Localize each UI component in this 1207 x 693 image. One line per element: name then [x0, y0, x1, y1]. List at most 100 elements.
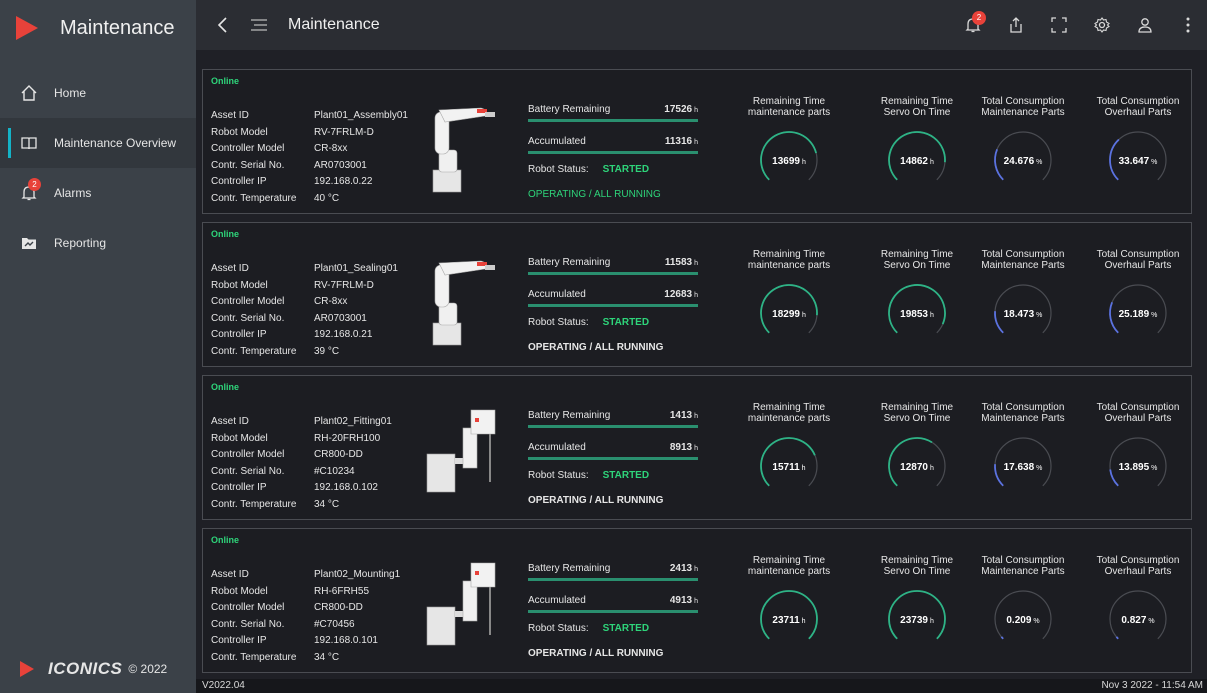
battery-value: 1413 h: [670, 410, 698, 421]
version-label: V2022.04: [202, 680, 245, 691]
app-root: Maintenance Home Maintenance Overview 2: [0, 0, 1207, 693]
controller-ip-label: Controller IP: [211, 635, 267, 646]
gauge-fill: [1000, 636, 1004, 640]
robot-status-value: STARTED: [602, 623, 650, 634]
settings-gear-icon[interactable]: [1087, 10, 1117, 40]
robot-status-value: STARTED: [602, 164, 650, 175]
controller-model-label: Controller Model: [211, 602, 285, 613]
gauge-title: Remaining Time Servo On Time: [880, 402, 954, 424]
gauge-title: Remaining Time maintenance parts: [747, 249, 831, 271]
gauge-title: Total Consumption Maintenance Parts: [981, 96, 1065, 118]
robot-status-label: Robot Status:: [528, 470, 589, 481]
controller-ip-value: 192.168.0.102: [314, 482, 378, 493]
share-icon[interactable]: [1001, 10, 1031, 40]
sidebar-item-reporting[interactable]: Reporting: [0, 218, 196, 268]
gauge-title: Remaining Time maintenance parts: [747, 96, 831, 118]
sidebar-item-alarms[interactable]: 2 Alarms: [0, 168, 196, 218]
user-icon[interactable]: [1130, 10, 1160, 40]
gauge-remaining-servo: Remaining Time Servo On Time 12870 h: [867, 402, 967, 496]
gauge-value: 12870 h: [867, 462, 967, 473]
robot-info: Asset ID Plant01_Assembly01 Robot Model RV…: [211, 108, 408, 207]
gauge-unit: h: [929, 159, 934, 166]
gauge-number: 13.895: [1118, 462, 1150, 473]
sidebar-item-maintenance-overview[interactable]: Maintenance Overview: [0, 118, 196, 168]
accumulated-value: 11316 h: [665, 136, 698, 147]
gauge-consumption-overhaul: Total Consumption Overhaul Parts 33.647%: [1088, 96, 1188, 190]
articulated-robot-image: [419, 253, 509, 348]
gauge-remaining-maintenance: Remaining Time maintenance parts 18299 h: [739, 249, 839, 343]
gauge-fill: [1115, 636, 1119, 640]
controller-ip-label: Controller IP: [211, 176, 267, 187]
gauge-value: 15711 h: [739, 462, 839, 473]
notification-badge: 2: [972, 11, 986, 25]
folder-chart-icon: [20, 234, 38, 252]
sidebar-item-label: Alarms: [54, 186, 92, 200]
main-content: Online Asset ID Plant01_Assembly01 Robot …: [196, 50, 1207, 693]
robot-card[interactable]: Online Asset ID Plant01_Assembly01 Robot …: [202, 69, 1192, 214]
gauge-unit: %: [1036, 312, 1043, 319]
back-chevron-icon[interactable]: [208, 10, 238, 40]
battery-label: Battery Remaining: [528, 257, 611, 268]
gauge-remaining-servo: Remaining Time Servo On Time 19853 h: [867, 249, 967, 343]
gauge-value: 18.473%: [973, 309, 1073, 320]
gauge-number: 0.827: [1121, 615, 1147, 626]
serial-value: #C10234: [314, 465, 355, 477]
operating-status: OPERATING / ALL RUNNING: [528, 342, 664, 353]
accumulated-label: Accumulated: [528, 136, 586, 147]
gauge-unit: h: [801, 312, 806, 319]
gauge-unit: %: [1036, 465, 1043, 472]
controller-model-value: CR-8xx: [314, 296, 348, 307]
bell-icon: 2: [20, 178, 41, 202]
gauge-value: 0.209%: [973, 615, 1073, 626]
temperature-value: 39 °C: [314, 345, 340, 357]
robot-status-label: Robot Status:: [528, 317, 589, 328]
gauge-number: 12870: [900, 462, 928, 473]
brand-header: Maintenance: [0, 0, 196, 56]
battery-bar: [528, 272, 698, 275]
gauge-consumption-maintenance: Total Consumption Maintenance Parts 18.4…: [973, 249, 1073, 343]
toolbar-actions: 2: [958, 0, 1207, 50]
gauge-value: 23739 h: [867, 615, 967, 626]
gauge-number: 18299: [772, 309, 800, 320]
gauge-remaining-servo: Remaining Time Servo On Time 23739 h: [867, 555, 967, 649]
temperature-value: 34 °C: [314, 651, 340, 663]
operating-status: OPERATING / ALL RUNNING: [528, 189, 661, 200]
gauge-value: 13.895%: [1088, 462, 1188, 473]
gauge-number: 0.209: [1006, 615, 1032, 626]
notifications-bell-icon[interactable]: 2: [958, 10, 988, 40]
robot-model-label: Robot Model: [211, 432, 268, 444]
accumulated-label: Accumulated: [528, 289, 586, 300]
robot-card[interactable]: Online Asset ID Plant02_Mounting1 Robot M…: [202, 528, 1192, 673]
gauge-value: 33.647%: [1088, 156, 1188, 167]
controller-ip-value: 192.168.0.21: [314, 329, 373, 340]
gauge-remaining-maintenance: Remaining Time maintenance parts 15711 h: [739, 402, 839, 496]
gauge-title: Remaining Time Servo On Time: [880, 249, 954, 271]
asset-id-label: Asset ID: [211, 416, 249, 427]
robot-card[interactable]: Online Asset ID Plant02_Fitting01 Robot M…: [202, 375, 1192, 520]
fullscreen-icon[interactable]: [1044, 10, 1074, 40]
robot-info: Asset ID Plant01_Sealing01 Robot Model RV-…: [211, 261, 398, 360]
sidebar-item-home[interactable]: Home: [0, 68, 196, 118]
robot-model-value: RH-6FRH55: [314, 585, 370, 597]
gauge-number: 19853: [900, 309, 928, 320]
accumulated-unit: h: [694, 139, 698, 146]
gauge-value: 19853 h: [867, 309, 967, 320]
battery-unit: h: [694, 566, 698, 573]
gauge-title: Total Consumption Maintenance Parts: [981, 249, 1065, 271]
gauge-title: Total Consumption Maintenance Parts: [981, 555, 1065, 577]
asset-id-value: Plant01_Sealing01: [314, 263, 398, 274]
online-status: Online: [211, 382, 240, 392]
battery-value: 11583 h: [665, 257, 698, 268]
accumulated-value: 8913 h: [670, 442, 698, 453]
menu-icon[interactable]: [244, 10, 274, 40]
hour-meters: Battery Remaining 11583 h Accumulated 126…: [528, 253, 698, 317]
alarm-count-badge: 2: [28, 178, 41, 191]
more-vertical-icon[interactable]: [1173, 10, 1203, 40]
robot-status: Robot Status: STARTED: [528, 470, 649, 481]
battery-number: 1413: [669, 410, 693, 421]
gauge-number: 18.473: [1003, 309, 1035, 320]
gauge-value: 14862 h: [867, 156, 967, 167]
accumulated-value: 12683 h: [664, 289, 698, 300]
robot-card[interactable]: Online Asset ID Plant01_Sealing01 Robot M…: [202, 222, 1192, 367]
footer-copyright: © 2022: [128, 662, 168, 676]
